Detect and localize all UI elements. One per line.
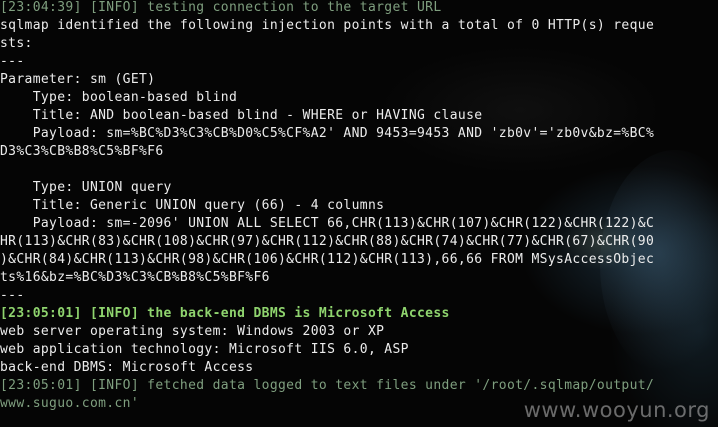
separator-line: ---: [0, 54, 25, 69]
wooyun-watermark: www.wooyun.org: [523, 398, 710, 422]
blank-line: [0, 161, 654, 179]
log-line-info-output: [23:05:01] [INFO] fetched data logged to…: [0, 378, 655, 393]
terminal-window[interactable]: [23:04:39] [INFO] testing connection to …: [0, 0, 718, 427]
title-line-boolean: Title: AND boolean-based blind - WHERE o…: [0, 108, 483, 123]
payload-line-union-wrap-3: ts%16&bz=%BC%D3%C3%CB%B8%C5%BF%F6: [0, 270, 270, 285]
log-line-info-dbms: [23:05:01] [INFO] the back-end DBMS is M…: [0, 306, 450, 321]
payload-line-boolean: Payload: sm=%BC%D3%C3%CB%D0%C5%CF%A2' AN…: [0, 126, 655, 141]
output-line-injection-summary: sqlmap identified the following injectio…: [0, 18, 655, 33]
separator-line: ---: [0, 288, 25, 303]
parameter-line: Parameter: sm (GET): [0, 72, 156, 87]
payload-line-boolean-wrap: D3%C3%CB%B8%C5%BF%F6: [0, 144, 164, 159]
server-os-line: web server operating system: Windows 200…: [0, 324, 385, 339]
title-line-union: Title: Generic UNION query (66) - 4 colu…: [0, 198, 385, 213]
payload-line-union-wrap-1: HR(113)&CHR(83)&CHR(108)&CHR(97)&CHR(112…: [0, 234, 655, 249]
type-line-union: Type: UNION query: [0, 180, 172, 195]
web-tech-line: web application technology: Microsoft II…: [0, 342, 409, 357]
output-line-injection-summary-wrap: sts:: [0, 36, 33, 51]
type-line-boolean: Type: boolean-based blind: [0, 90, 238, 105]
log-line-info-connection: [23:04:39] [INFO] testing connection to …: [0, 0, 442, 15]
payload-line-union: Payload: sm=-2096' UNION ALL SELECT 66,C…: [0, 216, 655, 231]
dbms-line: back-end DBMS: Microsoft Access: [0, 360, 254, 375]
terminal-output: [23:04:39] [INFO] testing connection to …: [0, 0, 654, 413]
payload-line-union-wrap-2: )&CHR(84)&CHR(113)&CHR(98)&CHR(106)&CHR(…: [0, 252, 655, 267]
